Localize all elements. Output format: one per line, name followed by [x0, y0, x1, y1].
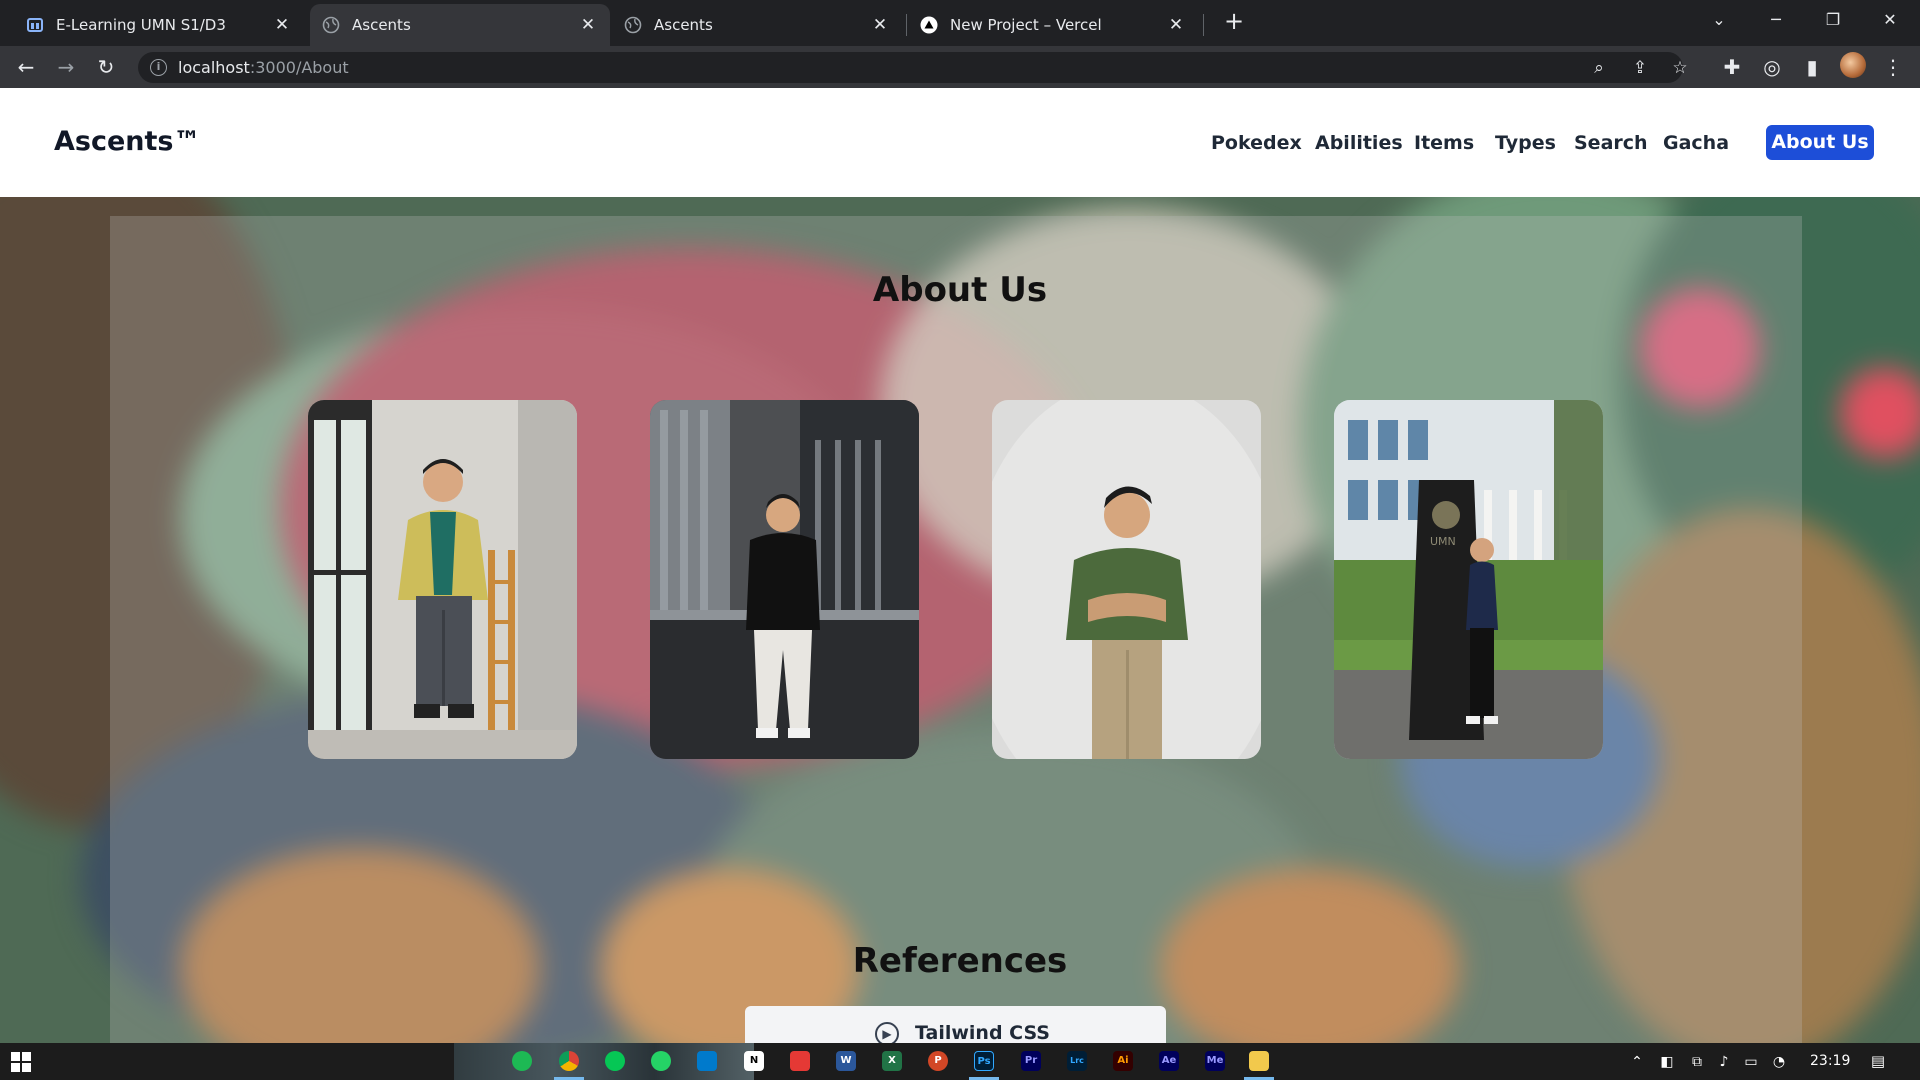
tray-app-icon[interactable]: ◧ — [1658, 1053, 1676, 1071]
whatsapp-icon[interactable] — [651, 1051, 671, 1071]
references-heading: References — [852, 941, 1068, 981]
pdf-icon[interactable] — [790, 1051, 810, 1071]
tab-elearning[interactable]: E-Learning UMN S1/D3 ✕ — [14, 4, 304, 46]
reload-button[interactable]: ↻ — [90, 51, 122, 83]
premiere-icon[interactable]: Pr — [1021, 1051, 1041, 1071]
tab-title: New Project – Vercel — [950, 16, 1102, 34]
address-bar[interactable]: i localhost:3000/About ⌕ ⇪ ☆ — [138, 52, 1688, 83]
member-photo-4: UMN — [1334, 400, 1603, 759]
powerpoint-icon[interactable]: P — [928, 1051, 948, 1071]
globe-icon — [624, 16, 642, 34]
url-text: localhost:3000/About — [178, 58, 349, 77]
windows-taskbar: N W X P Ps Pr Lrc Ai Ae Me ⌃ ◧ ⧉ ♪ ▭ ◔ 2… — [0, 1043, 1920, 1080]
extensions-puzzle-icon[interactable]: ✚ — [1716, 51, 1748, 83]
nav-about-us[interactable]: About Us — [1766, 125, 1874, 160]
tab-title: E-Learning UMN S1/D3 — [56, 16, 226, 34]
globe-icon — [322, 16, 340, 34]
word-icon[interactable]: W — [836, 1051, 856, 1071]
reference-card-tailwind[interactable]: ▶ Tailwind CSS — [745, 1006, 1166, 1043]
restore-button[interactable]: ❐ — [1813, 4, 1853, 36]
chrome-icon[interactable] — [559, 1051, 579, 1071]
nav-gacha[interactable]: Gacha — [1663, 132, 1729, 154]
person-photo — [308, 400, 577, 759]
vercel-icon — [920, 16, 938, 34]
browser-toolbar: ← → ↻ i localhost:3000/About ⌕ ⇪ ☆ ✚ ◎ ▮… — [0, 46, 1920, 88]
illustrator-icon[interactable]: Ai — [1113, 1051, 1133, 1071]
close-window-button[interactable]: ✕ — [1870, 4, 1910, 36]
close-icon[interactable]: ✕ — [578, 15, 598, 35]
tab-vercel[interactable]: New Project – Vercel ✕ — [908, 4, 1198, 46]
share-icon[interactable]: ⇪ — [1626, 57, 1654, 79]
nav-abilities[interactable]: Abilities — [1315, 132, 1403, 154]
taskbar-clock[interactable]: 23:19 — [1810, 1053, 1850, 1069]
member-photo-2 — [650, 400, 919, 759]
zoom-icon[interactable]: ⌕ — [1585, 57, 1613, 79]
side-panel-icon[interactable]: ▮ — [1796, 51, 1828, 83]
notification-icon[interactable]: ▤ — [1868, 1051, 1888, 1071]
line-icon[interactable] — [605, 1051, 625, 1071]
media-encoder-icon[interactable]: Me — [1205, 1051, 1225, 1071]
spotify-icon[interactable] — [512, 1051, 532, 1071]
sign-text: UMN — [1430, 535, 1456, 548]
tab-title: Ascents — [352, 16, 411, 34]
tray-app-icon[interactable]: ⧉ — [1688, 1053, 1706, 1071]
tab-separator — [906, 14, 907, 36]
excel-icon[interactable]: X — [882, 1051, 902, 1071]
member-photo-1 — [308, 400, 577, 759]
page-viewport: Ascents™ Pokedex Abilities Items Types S… — [0, 88, 1920, 1043]
tab-ascents-active[interactable]: Ascents ✕ — [310, 4, 610, 46]
bookmark-star-icon[interactable]: ☆ — [1666, 57, 1694, 79]
tab-ascents[interactable]: Ascents ✕ — [612, 4, 902, 46]
play-circle-icon: ▶ — [875, 1022, 899, 1043]
reference-label: Tailwind CSS — [915, 1022, 1050, 1043]
site-header: Ascents™ Pokedex Abilities Items Types S… — [0, 88, 1920, 197]
nav-pokedex[interactable]: Pokedex — [1211, 132, 1302, 154]
lightroom-icon[interactable]: Lrc — [1067, 1051, 1087, 1071]
minimize-button[interactable]: ─ — [1756, 4, 1796, 36]
close-icon[interactable]: ✕ — [870, 15, 890, 35]
browser-menu-icon[interactable]: ⋮ — [1877, 51, 1909, 83]
site-brand[interactable]: Ascents™ — [54, 126, 200, 157]
nav-search[interactable]: Search — [1574, 132, 1648, 154]
nav-items[interactable]: Items — [1414, 132, 1474, 154]
back-button[interactable]: ← — [10, 51, 42, 83]
about-us-heading: About Us — [872, 270, 1048, 310]
person-photo: UMN — [1334, 400, 1603, 759]
volume-icon[interactable]: ♪ — [1715, 1053, 1733, 1071]
member-photo-3 — [992, 400, 1261, 759]
tab-title: Ascents — [654, 16, 713, 34]
browser-tab-strip: E-Learning UMN S1/D3 ✕ Ascents ✕ Ascents… — [0, 0, 1920, 46]
battery-icon[interactable]: ▭ — [1742, 1053, 1760, 1071]
tab-separator — [1203, 14, 1204, 36]
windows-start-icon[interactable] — [11, 1052, 31, 1072]
tab-search-button[interactable]: ⌄ — [1699, 4, 1739, 36]
new-tab-button[interactable]: + — [1221, 8, 1247, 34]
close-icon[interactable]: ✕ — [272, 15, 292, 35]
close-icon[interactable]: ✕ — [1166, 15, 1186, 35]
file-explorer-icon[interactable] — [1249, 1051, 1269, 1071]
after-effects-icon[interactable]: Ae — [1159, 1051, 1179, 1071]
profile-avatar[interactable] — [1840, 52, 1866, 78]
notion-icon[interactable]: N — [744, 1051, 764, 1071]
vscode-icon[interactable] — [697, 1051, 717, 1071]
extension-icon[interactable]: ◎ — [1756, 51, 1788, 83]
wifi-icon[interactable]: ◔ — [1770, 1053, 1788, 1071]
photoshop-icon[interactable]: Ps — [974, 1051, 994, 1071]
person-photo — [650, 400, 919, 759]
person-photo — [992, 400, 1261, 759]
moodle-icon — [26, 16, 44, 34]
forward-button[interactable]: → — [50, 51, 82, 83]
nav-types[interactable]: Types — [1495, 132, 1556, 154]
site-info-icon[interactable]: i — [150, 59, 167, 76]
tray-overflow-icon[interactable]: ⌃ — [1628, 1053, 1646, 1071]
